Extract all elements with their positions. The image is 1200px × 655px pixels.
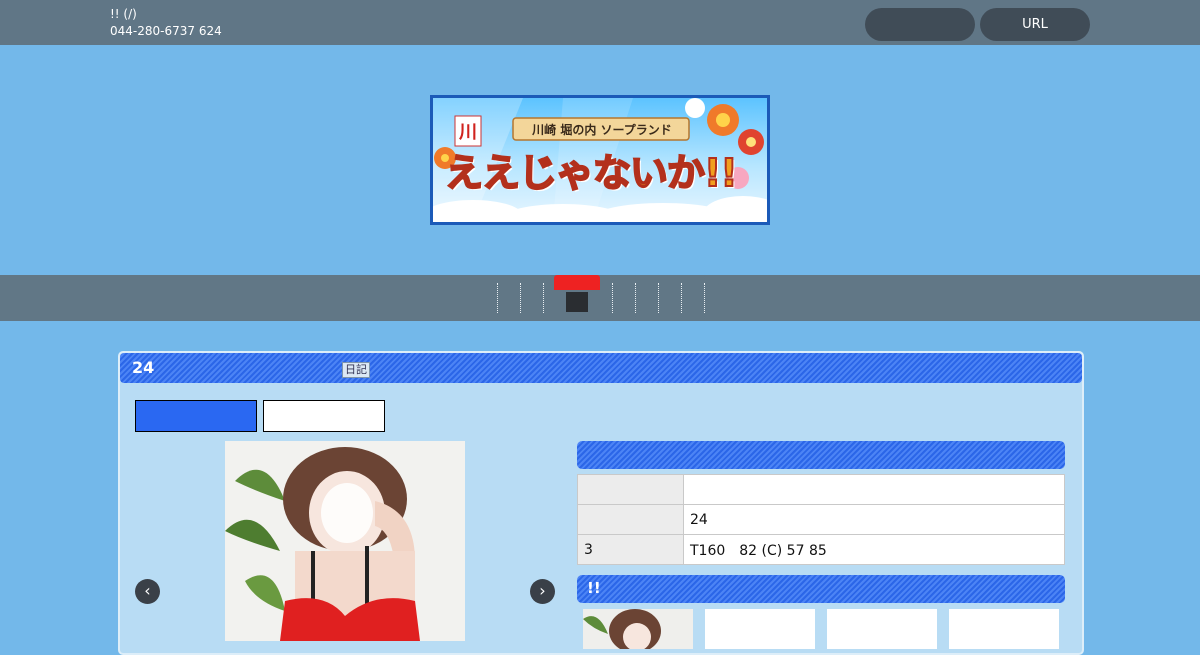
thumbnail[interactable]	[705, 609, 815, 649]
shop-logo-banner[interactable]: 川 川崎 堀の内 ソープランド ええじゃないか!!	[430, 95, 770, 225]
profile-photo	[225, 441, 465, 641]
thumbnail[interactable]	[827, 609, 937, 649]
nav-item[interactable]	[520, 283, 544, 313]
thumbnail[interactable]	[583, 609, 693, 649]
profile-panel: 24 日記 ‹ › 24 3 T160 82 (C) 57 85 !!	[118, 351, 1084, 655]
profile-info-header	[577, 441, 1065, 469]
shop-phone[interactable]: 044-280-6737 624	[110, 24, 222, 39]
new-section-title: !!	[587, 579, 601, 597]
thumbnail[interactable]	[949, 609, 1059, 649]
profile-label	[577, 504, 684, 535]
prev-photo-button[interactable]: ‹	[135, 579, 160, 604]
profile-panel-header: 24 日記	[120, 353, 1082, 383]
global-nav	[0, 275, 1200, 321]
table-row	[577, 474, 1065, 505]
url-button[interactable]: URL	[980, 8, 1090, 41]
banner-tagline: 川崎 堀の内 ソープランド	[532, 123, 672, 137]
next-photo-button[interactable]: ›	[530, 579, 555, 604]
profile-table: 24 3 T160 82 (C) 57 85	[577, 474, 1065, 565]
profile-value: T160 82 (C) 57 85	[683, 534, 1065, 565]
profile-value	[683, 474, 1065, 505]
profile-photo-image	[225, 441, 465, 641]
table-row: 24	[577, 504, 1065, 535]
profile-label	[577, 474, 684, 505]
diary-badge[interactable]: 日記	[342, 362, 370, 378]
nav-item[interactable]	[474, 283, 498, 313]
shop-title[interactable]: !! (/)	[110, 7, 137, 22]
table-row: 3 T160 82 (C) 57 85	[577, 534, 1065, 565]
header-button-1[interactable]	[865, 8, 975, 41]
nav-item[interactable]	[681, 283, 705, 313]
nav-item[interactable]	[497, 283, 521, 313]
nav-item[interactable]	[658, 283, 682, 313]
profile-value: 24	[683, 504, 1065, 535]
banner-logo-text: ええじゃないか!!	[444, 150, 739, 196]
profile-tab-1[interactable]	[135, 400, 257, 432]
new-section-header: !!	[577, 575, 1065, 603]
profile-label: 3	[577, 534, 684, 565]
nav-item[interactable]	[612, 283, 636, 313]
thumbnail-image	[583, 609, 693, 649]
profile-age: 24	[132, 358, 155, 377]
nav-item-active[interactable]	[566, 292, 588, 312]
nav-item[interactable]	[635, 283, 659, 313]
profile-tab-2[interactable]	[263, 400, 385, 432]
banner-mark: 川	[459, 122, 477, 143]
nav-item[interactable]	[589, 283, 613, 313]
top-bar: !! (/) 044-280-6737 624 URL	[0, 0, 1200, 45]
